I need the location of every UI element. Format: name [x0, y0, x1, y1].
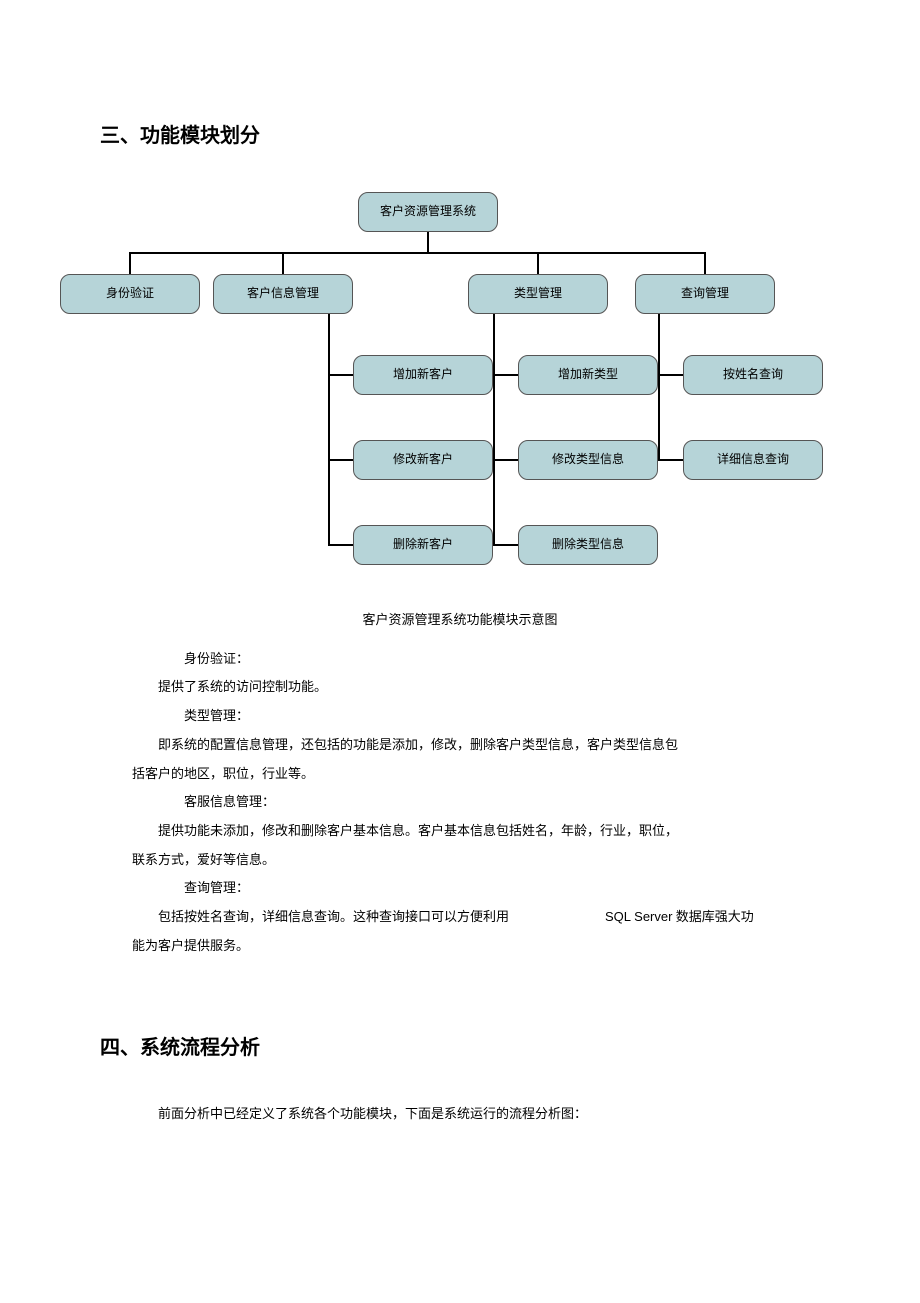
identity-desc: 提供了系统的访问控制功能。: [132, 675, 788, 700]
section4-heading: 四、系统流程分析: [100, 1032, 820, 1064]
diagram-root: 客户资源管理系统: [358, 192, 498, 232]
box-query-byname: 按姓名查询: [683, 355, 823, 395]
customer-desc-line1: 提供功能未添加，修改和删除客户基本信息。客户基本信息包括姓名，年龄，行业，职位，: [132, 819, 788, 844]
sql-server-term: SQL Server: [579, 905, 672, 930]
box-type-add: 增加新类型: [518, 355, 658, 395]
box-customer-add: 增加新客户: [353, 355, 493, 395]
module-diagram: 客户资源管理系统 身份验证 客户信息管理 类型管理 查询管理 增加新客户 修改新…: [60, 192, 860, 602]
box-customer-delete: 删除新客户: [353, 525, 493, 565]
box-query-detail: 详细信息查询: [683, 440, 823, 480]
section4-text: 前面分析中已经定义了系统各个功能模块，下面是系统运行的流程分析图：: [132, 1104, 788, 1125]
query-desc-part-b: 数据库强大功: [672, 909, 753, 924]
customer-desc-line2: 联系方式，爱好等信息。: [132, 848, 788, 873]
box-query-mgmt: 查询管理: [635, 274, 775, 314]
query-label: 查询管理：: [132, 876, 788, 901]
box-customer-modify: 修改新客户: [353, 440, 493, 480]
box-type-delete: 删除类型信息: [518, 525, 658, 565]
box-customer-mgmt: 客户信息管理: [213, 274, 353, 314]
diagram-caption: 客户资源管理系统功能模块示意图: [100, 610, 820, 631]
box-type-mgmt: 类型管理: [468, 274, 608, 314]
box-identity: 身份验证: [60, 274, 200, 314]
query-desc-part-a: 包括按姓名查询，详细信息查询。这种查询接口可以方便利用: [158, 909, 509, 924]
type-desc-line2: 括客户的地区，职位，行业等。: [132, 762, 788, 787]
section3-heading: 三、功能模块划分: [100, 120, 820, 152]
query-desc-line2: 能为客户提供服务。: [132, 934, 788, 959]
type-desc-line1: 即系统的配置信息管理，还包括的功能是添加，修改，删除客户类型信息，客户类型信息包: [132, 733, 788, 758]
box-type-modify: 修改类型信息: [518, 440, 658, 480]
customer-label: 客服信息管理：: [132, 790, 788, 815]
type-label: 类型管理：: [132, 704, 788, 729]
identity-label: 身份验证：: [132, 647, 788, 672]
query-desc-line1: 包括按姓名查询，详细信息查询。这种查询接口可以方便利用 SQL Server 数据…: [132, 905, 788, 930]
